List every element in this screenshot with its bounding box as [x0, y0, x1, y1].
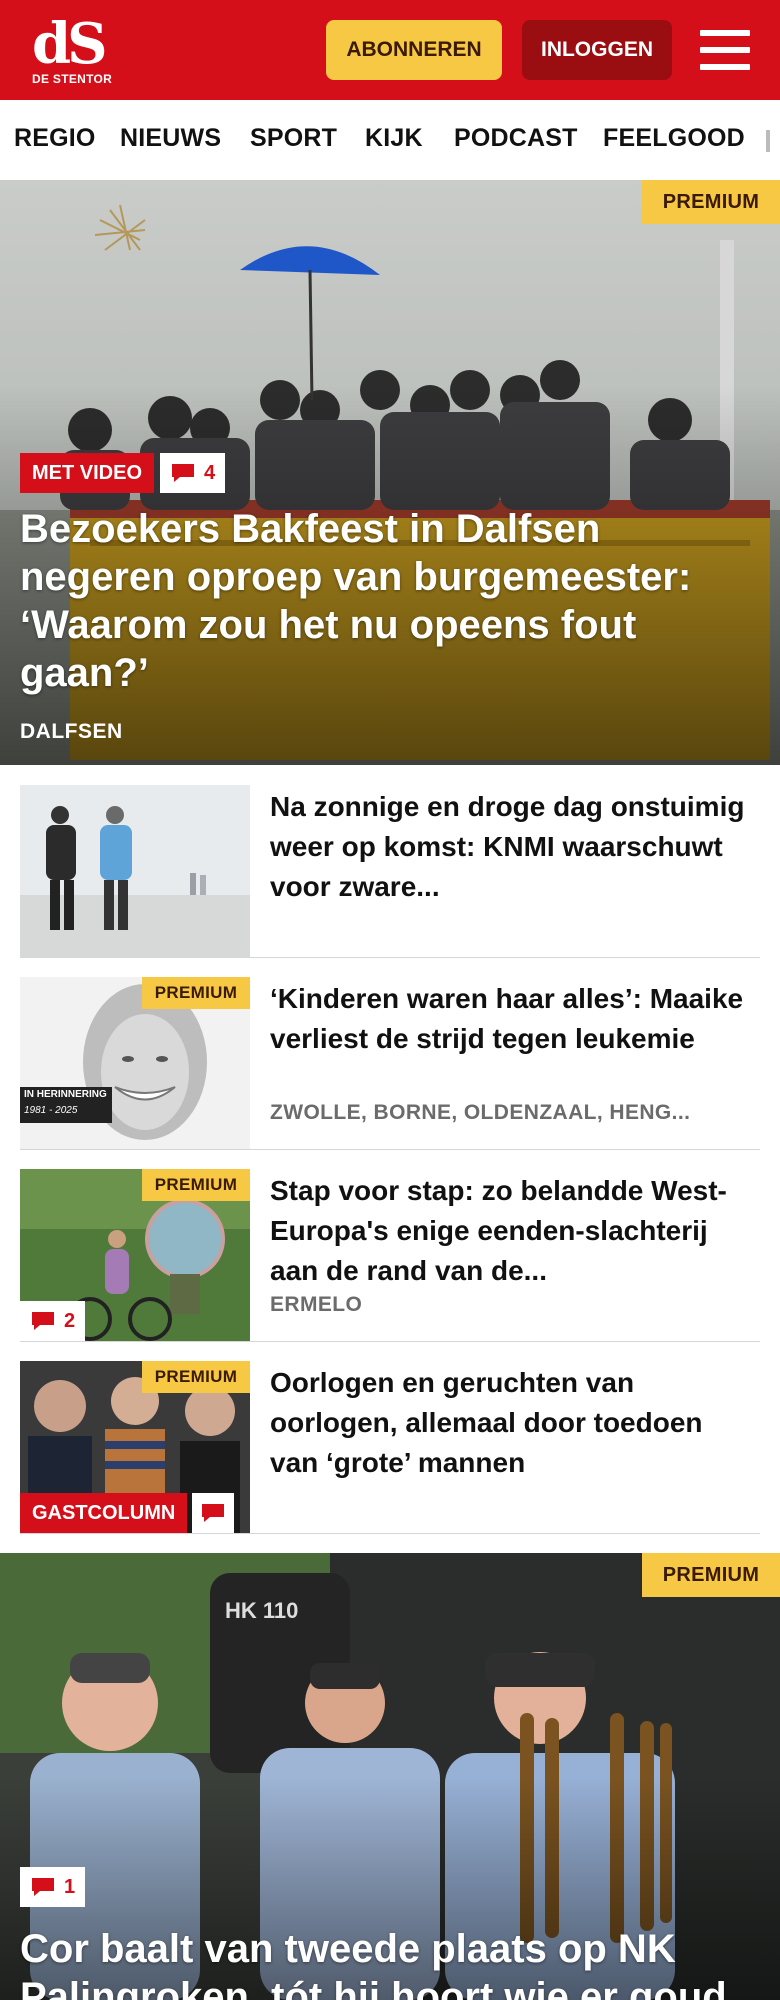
article-region: ERMELO	[270, 1293, 363, 1316]
premium-badge: PREMIUM	[142, 977, 250, 1009]
hero-article[interactable]: PREMIUM MET VIDEO 4 Bezoekers Bakfeest i…	[0, 180, 780, 765]
premium-badge: PREMIUM	[142, 1361, 250, 1393]
site-header: dS DE STENTOR ABONNEREN INLOGGEN	[0, 0, 780, 100]
comment-badge	[192, 1493, 234, 1533]
article-headline[interactable]: Stap voor stap: zo belandde West-Europa'…	[270, 1171, 750, 1291]
hamburger-menu-icon[interactable]	[700, 28, 750, 72]
comment-count: 2	[64, 1309, 76, 1332]
comment-icon	[172, 464, 194, 482]
comment-count: 1	[64, 1875, 76, 1898]
nav-item-podcast[interactable]: PODCAST	[454, 124, 578, 153]
nav-item-nieuws[interactable]: NIEUWS	[120, 124, 221, 153]
oven-sign: HK 110	[225, 1598, 299, 1623]
nav-item-kijk[interactable]: KIJK	[365, 124, 423, 153]
comment-count-badge: 1	[20, 1867, 86, 1907]
nav-overflow-indicator	[766, 130, 770, 152]
list-item[interactable]: PREMIUM 2 Stap voor stap: zo belandde We…	[20, 1169, 760, 1342]
logo-subtitle: DE STENTOR	[32, 72, 113, 86]
thumbnail-caption: IN HERINNERING	[24, 1089, 107, 1100]
comment-icon	[202, 1504, 224, 1522]
comment-icon	[32, 1312, 54, 1330]
list-item[interactable]: IN HERINNERING 1981 - 2025 PREMIUM ‘Kind…	[20, 977, 760, 1150]
comment-icon	[32, 1878, 54, 1896]
hero-region: DALFSEN	[20, 720, 123, 743]
thumbnail-years: 1981 - 2025	[24, 1105, 78, 1116]
video-badge: MET VIDEO	[20, 453, 155, 493]
login-button[interactable]: INLOGGEN	[522, 20, 672, 80]
article-region: ZWOLLE, BORNE, OLDENZAAL, HENG...	[270, 1101, 691, 1124]
section-nav: REGIO NIEUWS SPORT KIJK PODCAST FEELGOOD	[0, 100, 780, 181]
article-thumbnail	[20, 785, 250, 957]
hero-headline[interactable]: Bezoekers Bakfeest in Dalfsen negeren op…	[20, 505, 750, 697]
comment-count-badge: 2	[20, 1301, 86, 1341]
hero-headline[interactable]: Cor baalt van tweede plaats op NK Paling…	[20, 1925, 750, 2000]
list-item[interactable]: PREMIUM GASTCOLUMN Oorlogen en geruchten…	[20, 1361, 760, 1534]
comment-count-badge: 4	[160, 453, 226, 493]
premium-badge: PREMIUM	[642, 1553, 780, 1597]
nav-item-regio[interactable]: REGIO	[14, 124, 96, 153]
nav-item-feelgood[interactable]: FEELGOOD	[603, 124, 745, 153]
list-item[interactable]: Na zonnige en droge dag onstuimig weer o…	[20, 785, 760, 958]
premium-badge: PREMIUM	[142, 1169, 250, 1201]
gastcolumn-badge: GASTCOLUMN	[20, 1493, 188, 1533]
article-headline[interactable]: Oorlogen en geruchten van oorlogen, alle…	[270, 1363, 750, 1483]
logo[interactable]: dS DE STENTOR	[32, 14, 112, 88]
comment-count: 4	[204, 461, 216, 484]
subscribe-button[interactable]: ABONNEREN	[326, 20, 502, 80]
article-headline[interactable]: Na zonnige en droge dag onstuimig weer o…	[270, 787, 750, 907]
premium-badge: PREMIUM	[642, 180, 780, 224]
nav-item-sport[interactable]: SPORT	[250, 124, 337, 153]
hero-article[interactable]: HK 110 PREMIUM 1 Cor baalt van tweede pl…	[0, 1553, 780, 2000]
article-headline[interactable]: ‘Kinderen waren haar alles’: Maaike verl…	[270, 979, 750, 1059]
logo-mark: dS	[32, 11, 108, 77]
